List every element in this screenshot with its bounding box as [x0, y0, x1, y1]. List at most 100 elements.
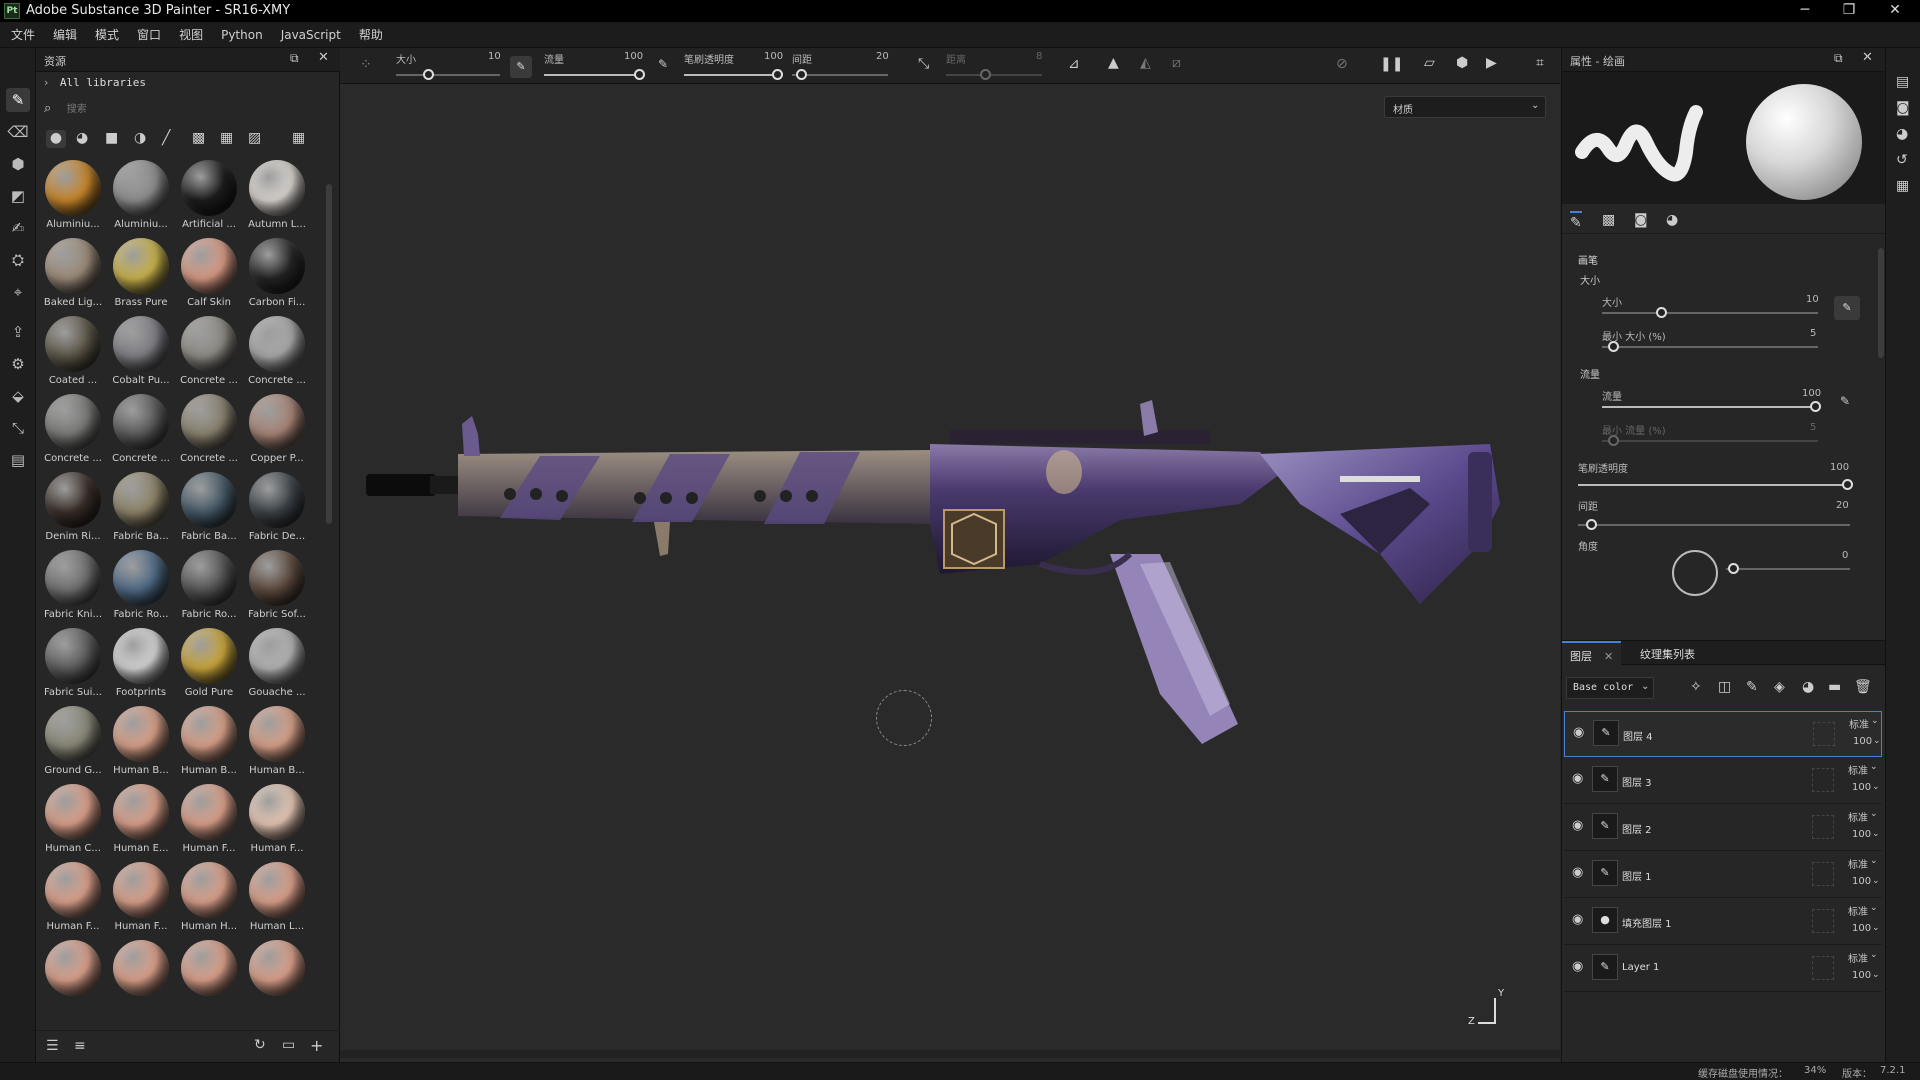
- min-size-slider-knob[interactable]: [1608, 341, 1619, 352]
- spacing-slider-knob[interactable]: [1586, 519, 1597, 530]
- display-settings-icon[interactable]: ◕: [1896, 126, 1908, 142]
- spacing-slider-knob[interactable]: [796, 69, 807, 80]
- menu-python[interactable]: Python: [212, 22, 272, 48]
- asset-tile[interactable]: Concrete ...: [40, 394, 106, 472]
- asset-tile[interactable]: Coated ...: [40, 316, 106, 394]
- asset-tile[interactable]: Fabric Sui...: [40, 628, 106, 706]
- viewport-scrollbar[interactable]: [340, 1050, 1560, 1058]
- asset-tile[interactable]: Ground G...: [40, 706, 106, 784]
- asset-tile[interactable]: Fabric Ba...: [108, 472, 174, 550]
- undock-icon[interactable]: ⧉: [290, 51, 299, 66]
- add-folder-icon[interactable]: ▬: [1828, 679, 1841, 695]
- asset-tile[interactable]: Artificial ...: [176, 160, 242, 238]
- geometry-mask-icon[interactable]: ◩: [6, 184, 30, 208]
- filter-masks-icon[interactable]: ■: [105, 130, 118, 146]
- asset-tile[interactable]: Fabric Ba...: [176, 472, 242, 550]
- undock-icon[interactable]: ⧉: [1834, 51, 1843, 66]
- add-icon[interactable]: +: [310, 1036, 323, 1055]
- symmetry-mirror-icon[interactable]: ◭: [1140, 55, 1151, 71]
- asset-tile[interactable]: [40, 940, 106, 1018]
- paint-layer-icon[interactable]: ✎: [1592, 766, 1618, 792]
- flow-slider-knob[interactable]: [634, 69, 645, 80]
- asset-tile[interactable]: Aluminiu...: [40, 160, 106, 238]
- asset-tile[interactable]: Footprints: [108, 628, 174, 706]
- texture-set-icon[interactable]: ◙: [1896, 100, 1910, 116]
- layer-row[interactable]: ◉ ✎ 图层 1 标准 ⌄ 100 ⌄: [1564, 852, 1882, 898]
- add-paint-layer-icon[interactable]: ✎: [1746, 679, 1758, 695]
- layer-row[interactable]: ◉ ✎ Layer 1 标准 ⌄ 100 ⌄: [1564, 946, 1882, 992]
- asset-tile[interactable]: Human F...: [244, 784, 310, 862]
- layer-opacity[interactable]: 100: [1853, 736, 1872, 747]
- smudge-icon[interactable]: ✍: [6, 216, 30, 240]
- layer-opacity[interactable]: 100: [1852, 970, 1871, 981]
- eye-visibility-icon[interactable]: ◉: [1572, 771, 1583, 786]
- menu-window[interactable]: 窗口: [128, 22, 170, 48]
- menu-view[interactable]: 视图: [170, 22, 212, 48]
- asset-tile[interactable]: Fabric Sof...: [244, 550, 310, 628]
- angle-slider-knob[interactable]: [1728, 563, 1739, 574]
- color-picker-icon[interactable]: ⌖: [6, 280, 30, 304]
- hide-icon[interactable]: ⊘: [1336, 56, 1348, 72]
- layer-name[interactable]: 填充图层 1: [1622, 915, 1672, 930]
- size-slider-knob[interactable]: [1656, 307, 1667, 318]
- layer-mask-slot[interactable]: [1812, 909, 1834, 933]
- camera-icon[interactable]: ▶: [1486, 55, 1497, 71]
- tab-stencil-icon[interactable]: ◙: [1634, 212, 1648, 228]
- asset-tile[interactable]: Human H...: [176, 862, 242, 940]
- flow-slider-track[interactable]: [544, 74, 640, 76]
- blend-mode[interactable]: 标准: [1848, 762, 1868, 777]
- asset-tile[interactable]: Cobalt Pu...: [108, 316, 174, 394]
- asset-tile[interactable]: Human E...: [108, 784, 174, 862]
- spacing-value[interactable]: 20: [876, 51, 889, 62]
- menu-edit[interactable]: 编辑: [44, 22, 86, 48]
- add-effect-icon[interactable]: ✧: [1690, 679, 1702, 695]
- opacity-slider-knob[interactable]: [772, 69, 783, 80]
- filter-materials-icon[interactable]: ●: [46, 130, 66, 148]
- flow-value[interactable]: 100: [624, 51, 643, 62]
- opacity-value[interactable]: 100: [1830, 462, 1849, 473]
- pen-pressure-flow-icon[interactable]: ✎: [1840, 394, 1850, 408]
- asset-tile[interactable]: Copper P...: [244, 394, 310, 472]
- filter-generators-icon[interactable]: ◑: [134, 130, 146, 146]
- new-folder-icon[interactable]: ▭: [282, 1037, 295, 1053]
- opacity-slider-track[interactable]: [684, 74, 780, 76]
- add-fill-layer-icon[interactable]: ◈: [1774, 679, 1785, 695]
- close-tab-icon[interactable]: ✕: [1604, 650, 1613, 663]
- history-icon[interactable]: ↺: [1896, 152, 1908, 168]
- asset-tile[interactable]: Autumn L...: [244, 160, 310, 238]
- asset-tile[interactable]: Human B...: [108, 706, 174, 784]
- spacing-value[interactable]: 20: [1836, 500, 1849, 511]
- bake-icon[interactable]: ⬙: [6, 384, 30, 408]
- menu-javascript[interactable]: JavaScript: [272, 22, 350, 48]
- layer-mask-slot[interactable]: [1812, 956, 1834, 980]
- delete-layer-icon[interactable]: 🗑: [1854, 679, 1872, 695]
- asset-tile[interactable]: Gouache ...: [244, 628, 310, 706]
- angle-slider-track[interactable]: [1726, 568, 1850, 570]
- asset-tile[interactable]: Human C...: [40, 784, 106, 862]
- opacity-value[interactable]: 100: [764, 51, 783, 62]
- asset-tile[interactable]: Concrete ...: [176, 316, 242, 394]
- asset-tile[interactable]: Fabric Ro...: [176, 550, 242, 628]
- flow-value[interactable]: 100: [1802, 388, 1821, 399]
- pause-icon[interactable]: ❚❚: [1380, 56, 1403, 72]
- eye-visibility-icon[interactable]: ◉: [1572, 912, 1583, 927]
- fill-layer-thumbnail-icon[interactable]: ●: [1592, 907, 1618, 933]
- layer-mask-slot[interactable]: [1813, 722, 1835, 746]
- tab-texture-set-list[interactable]: 纹理集列表: [1640, 646, 1695, 662]
- flow-slider-knob[interactable]: [1810, 401, 1821, 412]
- layer-opacity[interactable]: 100: [1852, 782, 1871, 793]
- asset-tile[interactable]: Aluminiu...: [108, 160, 174, 238]
- assets-scrollbar[interactable]: [326, 184, 332, 524]
- tab-material-icon[interactable]: ◕: [1666, 212, 1678, 228]
- angle-value[interactable]: 0: [1842, 550, 1848, 561]
- symmetry-icon[interactable]: ▲: [1108, 55, 1119, 71]
- close-window-button[interactable]: ✕: [1874, 0, 1916, 22]
- layer-mask-slot[interactable]: [1812, 862, 1834, 886]
- eraser-icon[interactable]: ⌫: [6, 120, 30, 144]
- blend-mode[interactable]: 标准: [1848, 950, 1868, 965]
- menu-help[interactable]: 帮助: [350, 22, 392, 48]
- breadcrumb[interactable]: › All libraries: [44, 76, 334, 98]
- layer-row[interactable]: ◉ ✎ 图层 3 标准 ⌄ 100 ⌄: [1564, 758, 1882, 804]
- asset-tile[interactable]: Fabric De...: [244, 472, 310, 550]
- size-value[interactable]: 10: [488, 51, 501, 62]
